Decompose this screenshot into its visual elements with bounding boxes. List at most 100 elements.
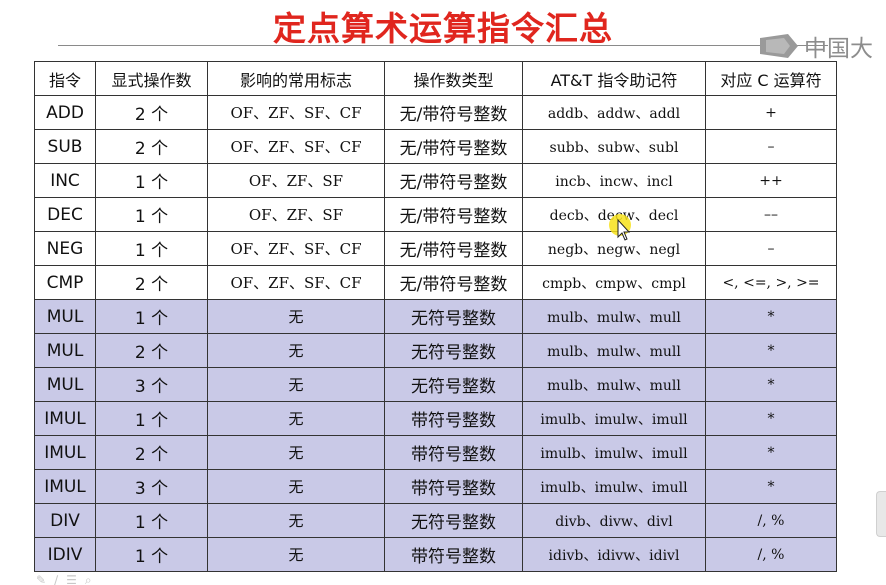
cell-flags: OF、ZF、SF、CF [207, 231, 385, 266]
cell-flags: 无 [207, 537, 385, 572]
table-body: ADD 2 个 OF、ZF、SF、CF 无/带符号整数 addb、addw、addl + S… [34, 95, 837, 572]
cell-operands: 1 个 [95, 163, 208, 198]
cell-operand-type: 无符号整数 [384, 299, 523, 334]
cell-operand-type: 无符号整数 [384, 367, 523, 402]
cell-flags: 无 [207, 503, 385, 538]
header-type: 操作数类型 [384, 61, 523, 96]
table-row: DIV 1 个无无符号整数 divb、divw、divl/, % [34, 503, 837, 538]
cell-c-operator: * [705, 435, 837, 470]
table-row: IMUL 1 个无带符号整数 imulb、imulw、imull * [34, 401, 837, 436]
cell-flags: 无 [207, 469, 385, 504]
cell-c-operator: /, % [705, 537, 837, 572]
cell-c-operator: –– [705, 197, 837, 232]
cell-operands: 2 个 [95, 435, 208, 470]
cell-mnemonics: addb、addw、addl [522, 95, 706, 130]
header-c-op: 对应 C 运算符 [705, 61, 837, 96]
cell-mnemonics: mulb、mulw、mull [522, 367, 706, 402]
table-row: IDIV 1 个无带符号整数 idivb、idivw、idivl/, % [34, 537, 837, 572]
pen-icon[interactable]: ✎ [36, 573, 46, 585]
cell-instr: MUL [34, 299, 96, 334]
cell-operands: 2 个 [95, 333, 208, 368]
table-row: MUL 1 个无无符号整数 mulb、mulw、mull * [34, 299, 837, 334]
table-row: SUB 2 个 OF、ZF、SF、CF 无/带符号整数 subb、subw、subl – [34, 129, 837, 164]
cell-flags: 无 [207, 401, 385, 436]
cell-c-operator: * [705, 299, 837, 334]
cell-operands: 1 个 [95, 197, 208, 232]
cell-flags: 无 [207, 367, 385, 402]
slide-page: 定点算术运算指令汇总 中国大 指令 显式操作数 影响的常用标志 操作数类型 AT… [0, 0, 886, 585]
table-row: MUL 2 个无无符号整数 mulb、mulw、mull * [34, 333, 837, 368]
cell-c-operator: * [705, 401, 837, 436]
cell-operand-type: 无符号整数 [384, 503, 523, 538]
table-row: INC 1 个 OF、ZF、SF 无/带符号整数 incb、incw、incl ++ [34, 163, 837, 198]
cell-operands: 3 个 [95, 469, 208, 504]
table-row: IMUL 3 个无带符号整数 imulb、imulw、imull * [34, 469, 837, 504]
cell-c-operator: + [705, 95, 837, 130]
table-row: NEG 1 个 OF、ZF、SF、CF 无/带符号整数 negb、negw、negl – [34, 231, 837, 266]
cell-mnemonics: mulb、mulw、mull [522, 299, 706, 334]
cell-instr: DEC [34, 197, 96, 232]
cell-mnemonics: idivb、idivw、idivl [522, 537, 706, 572]
cell-c-operator: – [705, 231, 837, 266]
cell-c-operator: * [705, 333, 837, 368]
cell-instr: NEG [34, 231, 96, 266]
table-row: MUL 3 个无无符号整数 mulb、mulw、mull * [34, 367, 837, 402]
cell-instr: IMUL [34, 469, 96, 504]
cell-operand-type: 带符号整数 [384, 537, 523, 572]
cell-mnemonics: divb、divw、divl [522, 503, 706, 538]
table-row: ADD 2 个 OF、ZF、SF、CF 无/带符号整数 addb、addw、addl + [34, 95, 837, 130]
cell-mnemonics: imulb、imulw、imull [522, 435, 706, 470]
cell-flags: OF、ZF、SF [207, 163, 385, 198]
cell-mnemonics: cmpb、cmpw、cmpl [522, 265, 706, 300]
cell-instr: IMUL [34, 401, 96, 436]
cell-operand-type: 无符号整数 [384, 333, 523, 368]
cell-operand-type: 无/带符号整数 [384, 231, 523, 266]
cell-c-operator: /, % [705, 503, 837, 538]
instruction-table: 指令 显式操作数 影响的常用标志 操作数类型 AT&T 指令助记符 对应 C 运… [34, 61, 837, 572]
cell-operands: 1 个 [95, 537, 208, 572]
watermark: 中国大 [758, 28, 886, 64]
cell-instr: IDIV [34, 537, 96, 572]
menu-icon[interactable]: ☰ [66, 573, 77, 585]
watermark-text: 中国大 [804, 36, 873, 62]
side-panel-handle[interactable] [876, 491, 886, 537]
cell-mnemonics: subb、subw、subl [522, 129, 706, 164]
cell-operand-type: 无/带符号整数 [384, 197, 523, 232]
cell-operands: 2 个 [95, 95, 208, 130]
table-row: IMUL 2 个无带符号整数 imulb、imulw、imull * [34, 435, 837, 470]
table-row: DEC 1 个 OF、ZF、SF 无/带符号整数 decb、decw、decl –– [34, 197, 837, 232]
zoom-icon[interactable]: ⌕ [85, 573, 92, 585]
cell-flags: 无 [207, 333, 385, 368]
cell-operand-type: 带符号整数 [384, 401, 523, 436]
cell-operand-type: 无/带符号整数 [384, 163, 523, 198]
header-mnemonics: AT&T 指令助记符 [522, 61, 706, 96]
page-title: 定点算术运算指令汇总 [273, 9, 613, 48]
cell-operand-type: 带符号整数 [384, 469, 523, 504]
cell-instr: INC [34, 163, 96, 198]
cell-operands: 1 个 [95, 299, 208, 334]
cell-c-operator: <, <=, >, >= [705, 265, 837, 300]
cell-mnemonics: negb、negw、negl [522, 231, 706, 266]
cell-instr: MUL [34, 333, 96, 368]
cell-operands: 2 个 [95, 129, 208, 164]
table-header-row: 指令 显式操作数 影响的常用标志 操作数类型 AT&T 指令助记符 对应 C 运… [34, 61, 837, 96]
cell-mnemonics: incb、incw、incl [522, 163, 706, 198]
cell-flags: OF、ZF、SF、CF [207, 95, 385, 130]
title-divider [58, 45, 828, 46]
cell-operands: 1 个 [95, 231, 208, 266]
cell-instr: DIV [34, 503, 96, 538]
cell-operand-type: 带符号整数 [384, 435, 523, 470]
cell-operand-type: 无/带符号整数 [384, 129, 523, 164]
cell-mnemonics: mulb、mulw、mull [522, 333, 706, 368]
cell-c-operator: – [705, 129, 837, 164]
header-instr: 指令 [34, 61, 96, 96]
cell-operands: 1 个 [95, 503, 208, 538]
cell-c-operator: * [705, 367, 837, 402]
cell-instr: IMUL [34, 435, 96, 470]
edit-icon[interactable]: ∕ [54, 573, 58, 585]
cell-flags: 无 [207, 435, 385, 470]
cell-mnemonics: decb、decw、decl [522, 197, 706, 232]
cell-instr: ADD [34, 95, 96, 130]
cell-operands: 3 个 [95, 367, 208, 402]
cell-mnemonics: imulb、imulw、imull [522, 401, 706, 436]
